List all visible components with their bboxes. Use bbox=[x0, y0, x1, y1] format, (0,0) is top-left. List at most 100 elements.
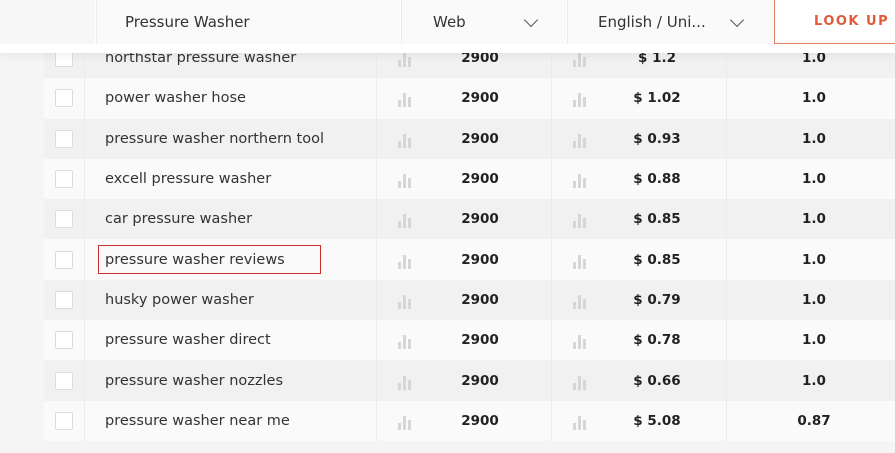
column-divider bbox=[551, 320, 552, 361]
column-divider bbox=[376, 118, 377, 159]
bar-chart-icon[interactable] bbox=[396, 414, 412, 430]
table-row: pressure washer nozzles 2900 $ 0.66 1.0 bbox=[44, 360, 895, 401]
search-volume: 2900 bbox=[461, 211, 499, 228]
bar-chart-icon[interactable] bbox=[571, 414, 587, 430]
competition-value: 1.0 bbox=[802, 90, 826, 107]
keyword-text: power washer hose bbox=[105, 90, 246, 107]
search-bar: Pressure Washer Web English / Uni... LOO… bbox=[0, 0, 895, 53]
bar-chart-icon[interactable] bbox=[571, 132, 587, 148]
column-divider bbox=[376, 400, 377, 441]
checkbox-cell bbox=[44, 118, 85, 159]
search-volume: 2900 bbox=[461, 332, 499, 349]
chevron-down-icon bbox=[523, 12, 539, 28]
keyword-text: excell pressure washer bbox=[105, 171, 272, 188]
row-checkbox[interactable] bbox=[55, 170, 73, 189]
row-checkbox[interactable] bbox=[55, 371, 73, 390]
row-checkbox[interactable] bbox=[55, 290, 73, 309]
query-input[interactable]: Pressure Washer bbox=[96, 0, 400, 44]
column-divider bbox=[726, 199, 727, 240]
column-divider bbox=[726, 279, 727, 321]
cpc-value: $ 1.02 bbox=[633, 90, 681, 107]
column-divider bbox=[376, 239, 377, 280]
lookup-button[interactable]: LOOK UP bbox=[774, 0, 895, 44]
cpc-value: $ 0.85 bbox=[633, 211, 681, 228]
column-divider bbox=[376, 78, 377, 119]
column-divider bbox=[376, 320, 377, 361]
row-checkbox[interactable] bbox=[55, 129, 73, 148]
search-volume: 2900 bbox=[461, 251, 499, 268]
competition-value: 1.0 bbox=[802, 171, 826, 188]
bar-chart-icon[interactable] bbox=[571, 293, 587, 309]
bar-chart-icon[interactable] bbox=[396, 253, 412, 269]
bar-chart-icon[interactable] bbox=[571, 212, 587, 229]
bar-chart-icon[interactable] bbox=[571, 253, 587, 269]
competition-value: 1.0 bbox=[802, 130, 826, 147]
checkbox-cell bbox=[44, 320, 85, 361]
bar-chart-icon[interactable] bbox=[396, 51, 412, 68]
search-bar-left-pad bbox=[0, 0, 95, 44]
column-divider bbox=[551, 279, 552, 321]
bar-chart-icon[interactable] bbox=[396, 132, 412, 148]
bar-chart-icon[interactable] bbox=[571, 51, 587, 68]
column-divider bbox=[376, 158, 377, 200]
column-divider bbox=[376, 279, 377, 321]
search-volume: 2900 bbox=[461, 291, 499, 308]
keyword-text: pressure washer nozzles bbox=[105, 372, 284, 389]
bar-chart-icon[interactable] bbox=[396, 91, 412, 108]
cpc-value: $ 0.88 bbox=[633, 171, 681, 188]
bar-chart-icon[interactable] bbox=[571, 333, 587, 350]
competition-value: 1.0 bbox=[802, 251, 826, 268]
column-divider bbox=[551, 158, 552, 200]
cpc-value: $ 0.79 bbox=[633, 291, 681, 308]
competition-value: 1.0 bbox=[802, 291, 826, 308]
engine-select[interactable]: Web bbox=[401, 0, 566, 44]
row-checkbox[interactable] bbox=[55, 89, 73, 108]
checkbox-cell bbox=[44, 279, 85, 321]
keyword-text: husky power washer bbox=[105, 291, 254, 308]
bar-chart-icon[interactable] bbox=[396, 172, 412, 189]
bar-chart-icon[interactable] bbox=[571, 172, 587, 189]
column-divider bbox=[726, 239, 727, 280]
bar-chart-icon[interactable] bbox=[396, 212, 412, 229]
column-divider bbox=[726, 118, 727, 159]
cpc-value: $ 5.08 bbox=[633, 412, 681, 429]
column-divider bbox=[551, 78, 552, 119]
search-volume: 2900 bbox=[461, 90, 499, 107]
keyword-text: car pressure washer bbox=[105, 211, 253, 228]
checkbox-cell bbox=[44, 360, 85, 401]
checkbox-cell bbox=[44, 158, 85, 200]
row-checkbox[interactable] bbox=[55, 250, 73, 269]
row-checkbox[interactable] bbox=[55, 210, 73, 229]
bar-chart-icon[interactable] bbox=[396, 293, 412, 309]
keyword-text: pressure washer reviews bbox=[98, 245, 321, 275]
competition-value: 1.0 bbox=[802, 372, 826, 389]
engine-value: Web bbox=[433, 13, 466, 31]
row-checkbox[interactable] bbox=[55, 331, 73, 350]
column-divider bbox=[376, 360, 377, 401]
cpc-value: $ 0.78 bbox=[633, 332, 681, 349]
column-divider bbox=[726, 360, 727, 401]
search-volume: 2900 bbox=[461, 372, 499, 389]
bar-chart-icon[interactable] bbox=[571, 374, 587, 390]
bar-chart-icon[interactable] bbox=[571, 91, 587, 108]
search-volume: 2900 bbox=[461, 412, 499, 429]
row-checkbox[interactable] bbox=[55, 411, 73, 430]
table-row: excell pressure washer 2900 $ 0.88 1.0 bbox=[44, 158, 895, 200]
search-volume: 2900 bbox=[461, 171, 499, 188]
bar-chart-icon[interactable] bbox=[396, 333, 412, 350]
table-row: pressure washer direct 2900 $ 0.78 1.0 bbox=[44, 320, 895, 361]
bar-chart-icon[interactable] bbox=[396, 374, 412, 390]
language-value: English / Uni... bbox=[598, 13, 706, 31]
column-divider bbox=[551, 400, 552, 441]
table-row: pressure washer reviews 2900 $ 0.85 1.0 bbox=[44, 239, 895, 280]
cpc-value: $ 0.66 bbox=[633, 372, 681, 389]
keyword-text: pressure washer northern tool bbox=[105, 130, 325, 147]
keyword-text: pressure washer near me bbox=[105, 412, 290, 429]
checkbox-cell bbox=[44, 400, 85, 441]
language-select[interactable]: English / Uni... bbox=[567, 0, 773, 44]
table-row: pressure washer northern tool 2900 $ 0.93 1… bbox=[44, 118, 895, 159]
column-divider bbox=[376, 199, 377, 240]
checkbox-cell bbox=[44, 199, 85, 240]
query-text: Pressure Washer bbox=[125, 13, 250, 31]
column-divider bbox=[726, 78, 727, 119]
